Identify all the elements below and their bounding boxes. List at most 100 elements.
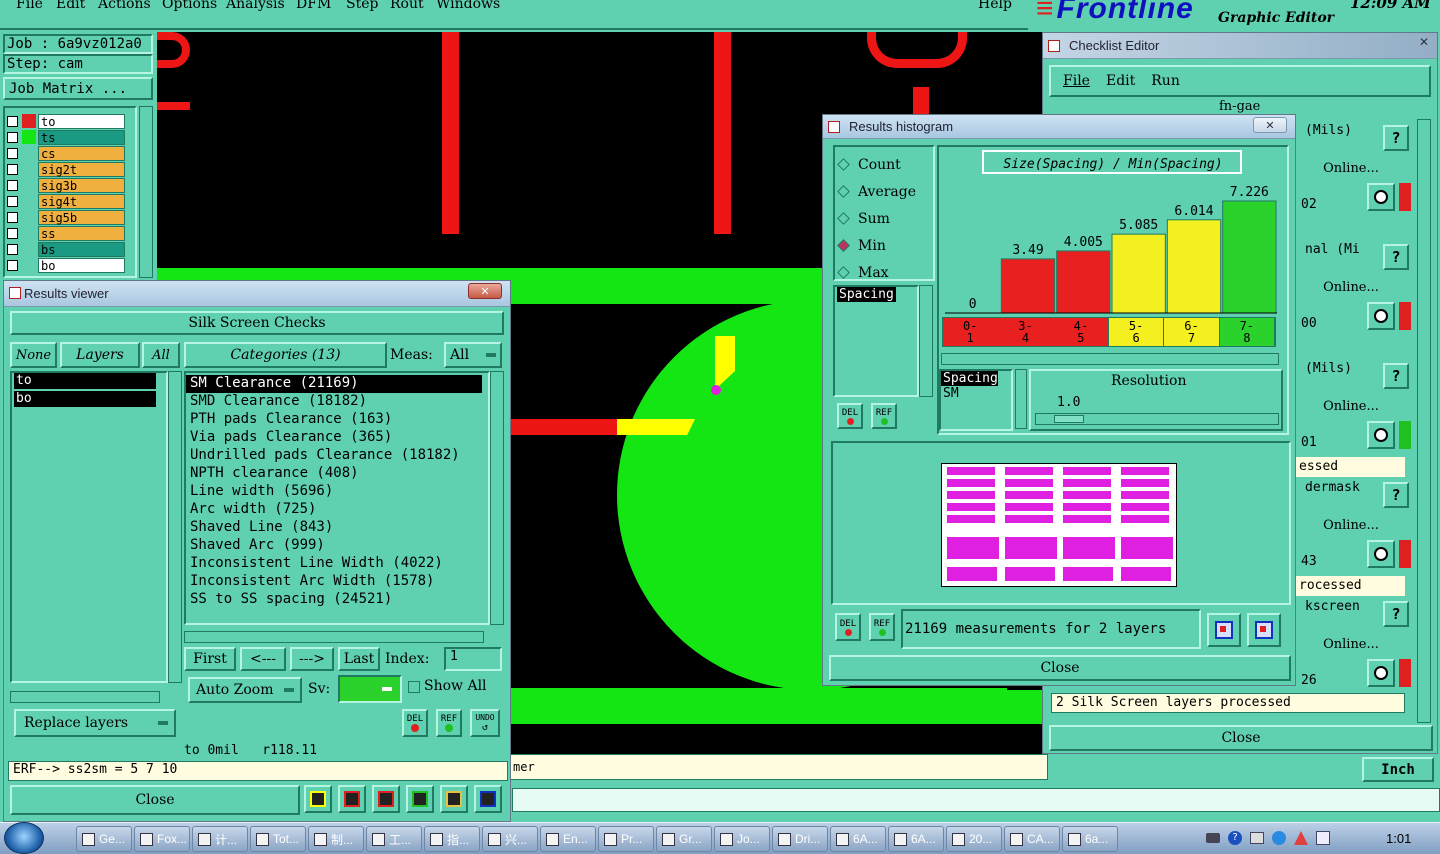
layer-checkbox[interactable]	[7, 227, 18, 239]
category-cell[interactable]: 6- 7	[1164, 318, 1220, 346]
help-button[interactable]: ?	[1383, 363, 1409, 389]
show-all-checkbox[interactable]	[408, 681, 420, 693]
taskbar-button[interactable]: Fox...	[134, 826, 190, 852]
histogram-bar[interactable]	[1056, 250, 1111, 314]
histogram-close-button[interactable]: Close	[829, 655, 1291, 681]
category-item[interactable]: SMD Clearance (18182)	[186, 393, 482, 411]
histogram-button[interactable]	[474, 785, 502, 813]
taskbar-button[interactable]: Ge...	[76, 826, 132, 852]
ref-button[interactable]: REF	[436, 709, 462, 737]
notes-button[interactable]	[440, 785, 468, 813]
checklist-menu-file[interactable]: File	[1063, 73, 1090, 89]
option-max[interactable]: Max	[837, 259, 916, 286]
taskbar-button[interactable]: 6a...	[1062, 826, 1118, 852]
all-button[interactable]: All	[142, 342, 180, 368]
menu-analysis[interactable]: Analysis	[226, 0, 285, 12]
layer-tool-button[interactable]	[304, 785, 332, 813]
layer-checkbox[interactable]	[7, 131, 18, 143]
layer-affected-box[interactable]	[22, 114, 36, 128]
hist-ref-button[interactable]: REF	[871, 403, 897, 429]
option-min[interactable]: Min	[837, 232, 916, 259]
menu-edit[interactable]: Edit	[56, 0, 85, 12]
taskbar-button[interactable]: Dri...	[772, 826, 828, 852]
menu-windows[interactable]: Windows	[436, 0, 500, 12]
layer-checkbox[interactable]	[7, 163, 18, 175]
category-item[interactable]: SM Clearance (21169)	[186, 375, 482, 393]
meas-dropdown[interactable]: All	[444, 342, 502, 368]
checklist-close-button[interactable]: Close	[1049, 725, 1433, 751]
replace-layers-dropdown[interactable]: Replace layers	[14, 709, 176, 737]
layer-checkbox[interactable]	[7, 147, 18, 159]
rv-layer-hscroll[interactable]	[10, 691, 160, 703]
taskbar-button[interactable]: 兴...	[482, 826, 538, 852]
help-button[interactable]: ?	[1383, 244, 1409, 270]
layer-checkbox[interactable]	[7, 211, 18, 223]
category-cell[interactable]: 0- 1	[943, 318, 999, 346]
online-button[interactable]: Online...	[1295, 514, 1407, 536]
histogram-bar[interactable]	[1111, 233, 1166, 314]
taskbar-button[interactable]: 6A...	[888, 826, 944, 852]
del-button[interactable]: DEL	[402, 709, 428, 737]
taskbar-button[interactable]: Jo...	[714, 826, 770, 852]
menu-options[interactable]: Options	[162, 0, 217, 12]
layer-affected-box[interactable]	[22, 162, 36, 176]
index-input[interactable]: 1	[444, 647, 502, 671]
rv-layer-scrollbar[interactable]	[168, 371, 182, 683]
preview-del-button[interactable]: DEL	[835, 613, 861, 641]
layer-row[interactable]: to	[7, 113, 125, 129]
category-item[interactable]: Arc width (725)	[186, 501, 482, 519]
rv-close-button[interactable]: Close	[10, 785, 300, 815]
layers-button[interactable]: Layers	[60, 342, 140, 368]
close-icon[interactable]: ✕	[468, 283, 502, 299]
category-cell[interactable]: 5- 6	[1108, 318, 1165, 346]
layer-row[interactable]: cs	[7, 145, 125, 161]
checklist-scrollbar[interactable]	[1417, 119, 1431, 723]
taskbar-button[interactable]: 制...	[308, 826, 364, 852]
volume-icon[interactable]	[1316, 831, 1330, 845]
results-viewer-titlebar[interactable]: Results viewer ✕	[4, 281, 510, 307]
taskbar-button[interactable]: En...	[540, 826, 596, 852]
zoom-button[interactable]	[1367, 302, 1395, 330]
checklist-menu-run[interactable]: Run	[1151, 73, 1180, 89]
category-item[interactable]: Line width (5696)	[186, 483, 482, 501]
layer-checkbox[interactable]	[7, 115, 18, 127]
next-button[interactable]: --->	[290, 647, 334, 671]
prev-button[interactable]: <---	[240, 647, 286, 671]
taskbar-button[interactable]: 指...	[424, 826, 480, 852]
layer-scrollbar[interactable]	[139, 106, 153, 278]
categories-button[interactable]: Categories (13)	[184, 342, 387, 368]
layer-affected-box[interactable]	[22, 130, 36, 144]
spacing-box-scrollbar[interactable]	[1015, 369, 1027, 429]
taskbar-button[interactable]: 20...	[946, 826, 1002, 852]
category-cell[interactable]: 7- 8	[1219, 318, 1275, 346]
rv-layer-item[interactable]: bo	[14, 391, 156, 407]
category-cell[interactable]: 3- 4	[998, 318, 1054, 346]
slider-thumb[interactable]	[1054, 415, 1084, 423]
layer-checkbox[interactable]	[7, 195, 18, 207]
keyboard-icon[interactable]	[1206, 833, 1220, 843]
help-button[interactable]: ?	[1383, 482, 1409, 508]
layer-affected-box[interactable]	[22, 258, 36, 272]
option-average[interactable]: Average	[837, 178, 916, 205]
layer-row[interactable]: sig4t	[7, 193, 125, 209]
last-button[interactable]: Last	[338, 647, 380, 671]
layer-row[interactable]: ts	[7, 129, 125, 145]
browser-icon[interactable]	[1272, 831, 1286, 845]
command-field[interactable]	[512, 788, 1440, 812]
menu-rout[interactable]: Rout	[390, 0, 424, 12]
spacing-list-item[interactable]: Spacing	[837, 287, 896, 302]
sv-dropdown[interactable]	[338, 675, 402, 703]
start-button[interactable]	[4, 822, 44, 854]
help-button[interactable]: ?	[1383, 125, 1409, 151]
layer-affected-box[interactable]	[22, 210, 36, 224]
taskbar-button[interactable]: 计...	[192, 826, 248, 852]
category-item[interactable]: Inconsistent Arc Width (1578)	[186, 573, 482, 591]
taskbar-button[interactable]: 工...	[366, 826, 422, 852]
category-item[interactable]: NPTH clearance (408)	[186, 465, 482, 483]
zoom-button[interactable]	[1367, 659, 1395, 687]
layer-row[interactable]: sig2t	[7, 161, 125, 177]
histogram-bar[interactable]	[1000, 258, 1056, 314]
help-button[interactable]: ?	[1383, 601, 1409, 627]
menu-actions[interactable]: Actions	[98, 0, 151, 12]
network-icon[interactable]	[1250, 832, 1264, 844]
